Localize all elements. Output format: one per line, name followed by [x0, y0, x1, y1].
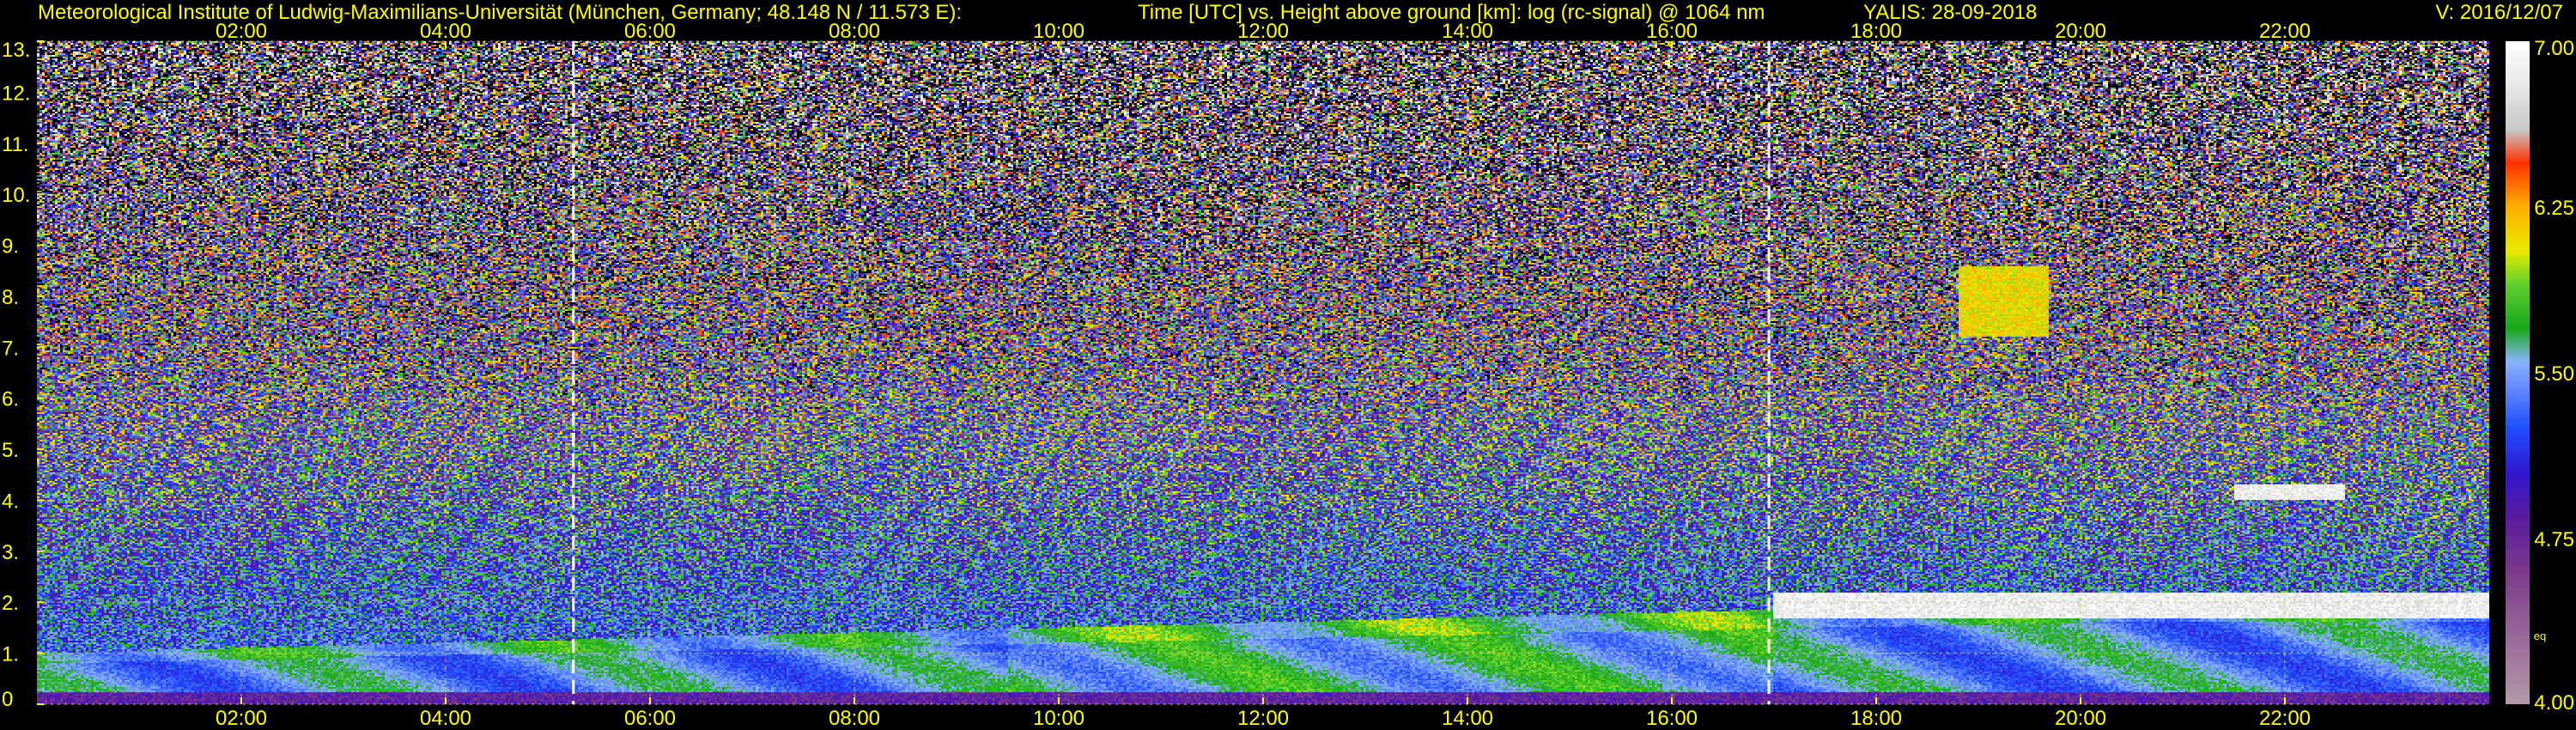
colorbar-canvas — [2506, 41, 2530, 704]
y-tick-label: 4. — [2, 490, 19, 513]
y-tick-label: 8. — [2, 286, 19, 309]
x-tick-label-bottom: 16:00 — [1646, 707, 1698, 730]
x-tick-label-top: 18:00 — [1850, 20, 1902, 43]
x-tick-label-bottom: 02:00 — [216, 707, 267, 730]
y-tick-label: 6. — [2, 388, 19, 411]
x-tick-label-bottom: 18:00 — [1850, 707, 1902, 730]
x-tick-label-bottom: 12:00 — [1237, 707, 1289, 730]
x-tick-label-bottom: 10:00 — [1033, 707, 1084, 730]
x-tick-label-top: 22:00 — [2259, 20, 2311, 43]
y-tick-label: 1. — [2, 643, 19, 666]
y-tick-label: 12. — [2, 82, 30, 105]
colorbar-tick-label: 6.25 — [2534, 197, 2574, 220]
x-tick-label-bottom: 20:00 — [2055, 707, 2106, 730]
x-tick-label-bottom: 06:00 — [624, 707, 676, 730]
y-tick-label: 5. — [2, 439, 19, 462]
colorbar-unit-label: eq — [2534, 630, 2546, 642]
y-tick-label: 10. — [2, 184, 30, 207]
colorbar-tick-label: 5.50 — [2534, 362, 2574, 386]
x-tick-label-top: 04:00 — [420, 20, 471, 43]
x-tick-label-top: 12:00 — [1237, 20, 1289, 43]
x-tick-label-bottom: 14:00 — [1442, 707, 1493, 730]
header-version: V: 2016/12/07 — [2435, 1, 2563, 24]
lidar-chart: Meteorological Institute of Ludwig-Maxim… — [0, 0, 2576, 730]
colorbar-tick-label: 4.00 — [2534, 691, 2574, 715]
y-tick-label: 9. — [2, 235, 19, 259]
y-tick-label: 2. — [2, 592, 19, 615]
x-tick-label-top: 06:00 — [624, 20, 676, 43]
x-tick-label-bottom: 08:00 — [829, 707, 880, 730]
y-tick-label: 13. — [2, 39, 30, 62]
x-tick-label-top: 10:00 — [1033, 20, 1084, 43]
colorbar-tick-label: 4.75 — [2534, 528, 2574, 551]
header-institute: Meteorological Institute of Ludwig-Maxim… — [38, 1, 962, 24]
colorbar-region — [2506, 41, 2530, 704]
x-tick-label-top: 02:00 — [216, 20, 267, 43]
x-tick-label-top: 08:00 — [829, 20, 880, 43]
y-tick-label: 11. — [2, 133, 29, 156]
x-tick-label-top: 14:00 — [1442, 20, 1493, 43]
x-tick-label-bottom: 04:00 — [420, 707, 471, 730]
x-tick-label-bottom: 22:00 — [2259, 707, 2311, 730]
x-tick-label-top: 20:00 — [2055, 20, 2106, 43]
colorbar-tick-label: 7.00 — [2534, 37, 2574, 60]
y-tick-label: 0 — [2, 688, 13, 711]
y-tick-label: 3. — [2, 541, 19, 564]
x-tick-label-top: 16:00 — [1646, 20, 1698, 43]
y-tick-label: 7. — [2, 337, 19, 360]
